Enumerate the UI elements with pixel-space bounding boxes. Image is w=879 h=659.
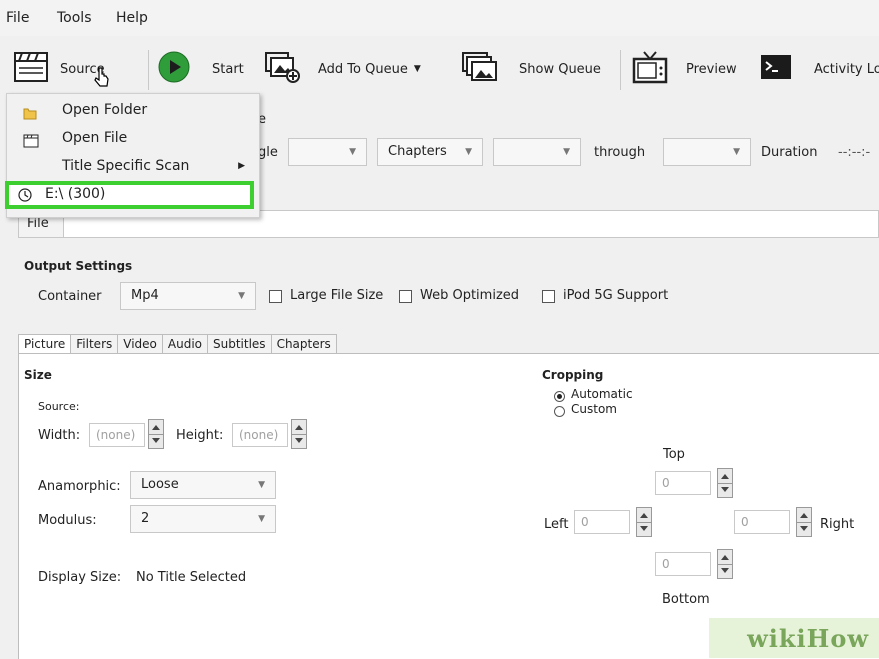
web-optimized-label: Web Optimized [420,288,520,303]
crop-bottom-input[interactable]: 0 [655,552,711,576]
crop-bottom-label: Bottom [662,592,710,607]
disc-icon [18,188,32,206]
open-folder-label: Open Folder [62,102,148,118]
display-size-label: Display Size: [38,570,122,585]
crop-top-label: Top [663,447,685,462]
source-size-label: Source: [38,400,80,413]
tab-chapters[interactable]: Chapters [270,334,337,354]
anamorphic-label: Anamorphic: [38,479,121,494]
show-queue-label: Show Queue [519,61,601,77]
chapter-start-select[interactable]: ▼ [493,138,581,166]
menu-bar: File Tools Help [0,0,879,36]
height-stepper[interactable] [291,419,307,449]
size-title: Size [24,368,52,382]
menu-item-open-file[interactable]: Open File [7,124,257,152]
crop-top-input[interactable]: 0 [655,471,711,495]
modulus-value: 2 [141,511,150,526]
ipod-checkbox[interactable] [542,290,555,303]
range-type-select[interactable]: Chapters ▼ [377,138,483,166]
tab-audio[interactable]: Audio [161,334,208,354]
height-label: Height: [176,428,224,443]
start-label: Start [212,61,244,77]
ipod-label: iPod 5G Support [563,288,669,303]
add-to-queue-button[interactable]: Add To Queue ▼ [264,48,421,90]
activity-log-label: Activity Lo [814,61,879,77]
width-stepper[interactable] [148,419,164,449]
tab-picture[interactable]: Picture [18,334,72,354]
crop-left-label: Left [544,517,569,532]
crop-bottom-stepper[interactable] [717,549,733,579]
show-queue-button[interactable]: Show Queue [461,48,601,90]
through-label: through [594,145,646,160]
crop-right-label: Right [820,517,855,532]
width-label: Width: [38,428,81,443]
container-label: Container [38,289,102,304]
menu-file[interactable]: File [6,10,29,26]
custom-radio[interactable] [554,406,565,417]
add-to-queue-icon [264,51,300,87]
crop-left-input[interactable]: 0 [574,510,630,534]
cropping-title: Cropping [542,368,604,382]
custom-label: Custom [571,402,617,416]
menu-item-open-folder[interactable]: Open Folder [7,96,257,124]
menu-item-title-specific-scan[interactable]: Title Specific Scan ▶ [7,152,257,180]
container-value: Mp4 [131,288,159,303]
crop-right-stepper[interactable] [796,507,812,537]
activity-log-button[interactable]: Activity Lo [760,48,879,90]
modulus-select[interactable]: 2 ▼ [130,505,276,533]
watermark-text: wikiHow [747,624,869,653]
crop-left-stepper[interactable] [636,507,652,537]
chevron-right-icon: ▶ [238,161,245,171]
tv-icon [632,50,668,88]
angle-select[interactable]: ▼ [288,138,367,166]
tab-video[interactable]: Video [117,334,163,354]
preview-label: Preview [686,61,737,77]
add-to-queue-label: Add To Queue [318,61,408,77]
large-file-size-label: Large File Size [290,288,384,303]
web-optimized-checkbox[interactable] [399,290,412,303]
title-specific-scan-label: Title Specific Scan [62,158,190,174]
crop-right-input[interactable]: 0 [734,510,790,534]
width-input[interactable]: (none) [89,423,145,447]
anamorphic-value: Loose [141,477,179,492]
angle-label: gle [258,145,278,160]
large-file-size-checkbox[interactable] [269,290,282,303]
terminal-icon [760,54,792,84]
crop-top-stepper[interactable] [717,468,733,498]
drive-label: E:\ (300) [45,186,106,202]
mouse-cursor-icon [92,66,112,92]
output-settings-title: Output Settings [24,259,133,273]
display-size-value: No Title Selected [136,570,247,585]
settings-tabs: Picture Filters Video Audio Subtitles Ch… [18,334,337,354]
range-type-value: Chapters [388,144,447,159]
menu-item-drive[interactable]: E:\ (300) [5,181,254,209]
anamorphic-select[interactable]: Loose ▼ [130,471,276,499]
chapter-end-select[interactable]: ▼ [663,138,751,166]
chevron-down-icon: ▼ [413,64,421,74]
tab-filters[interactable]: Filters [70,334,119,354]
wikihow-watermark: wikiHow [709,618,879,658]
duration-label: Duration [761,145,818,160]
automatic-radio[interactable] [554,391,565,402]
start-button[interactable]: Start [158,48,244,90]
menu-help[interactable]: Help [116,10,148,26]
open-file-label: Open File [62,130,128,146]
height-input[interactable]: (none) [232,423,288,447]
modulus-label: Modulus: [38,513,97,528]
container-select[interactable]: Mp4 ▼ [120,282,256,310]
queue-icon [461,51,499,87]
automatic-label: Automatic [571,387,633,401]
tab-subtitles[interactable]: Subtitles [207,334,272,354]
clapperboard-icon [14,52,48,86]
duration-value: --:--:- [838,145,871,160]
play-icon [158,51,190,87]
menu-tools[interactable]: Tools [57,10,92,26]
preview-button[interactable]: Preview [632,48,737,90]
